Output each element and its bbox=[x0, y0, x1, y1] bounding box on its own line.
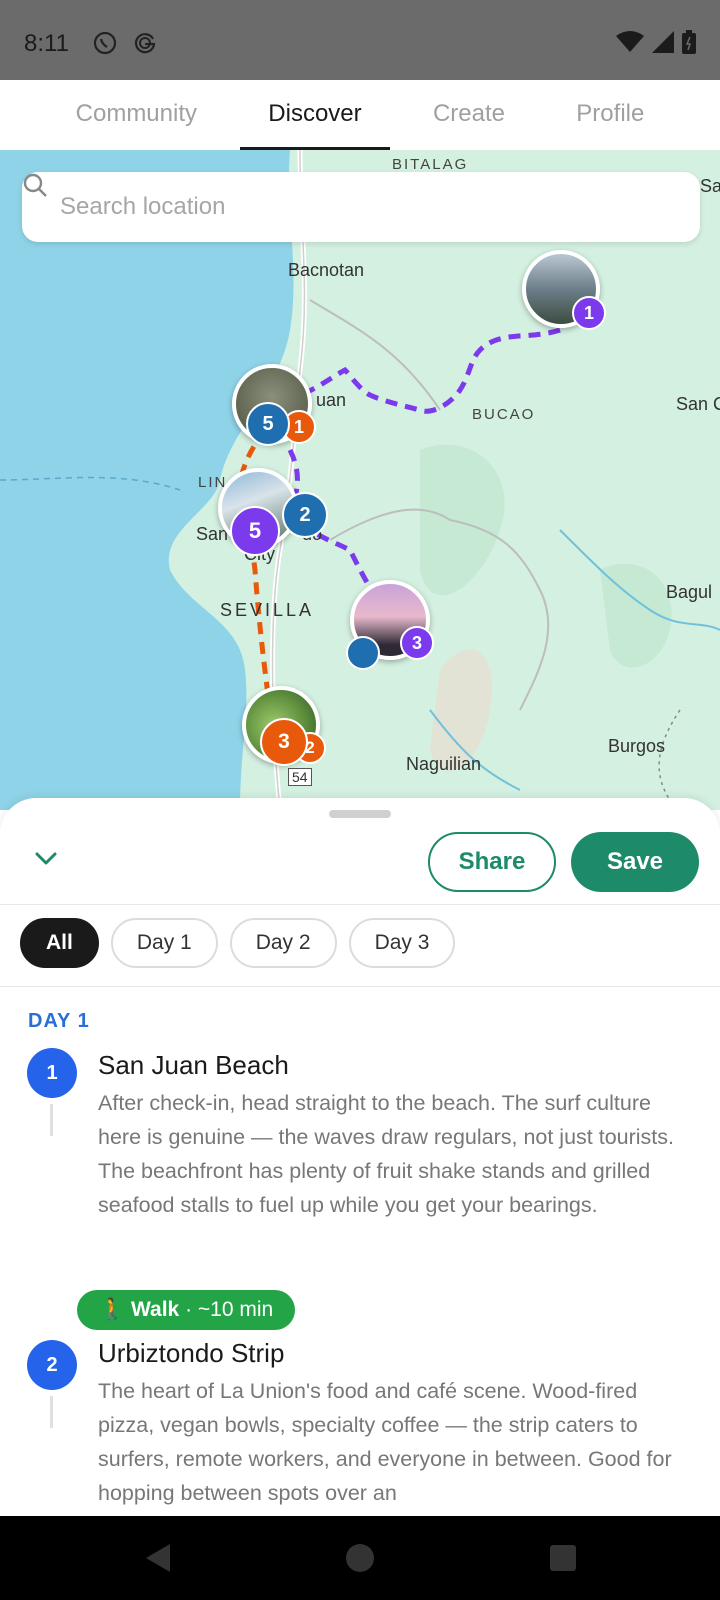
map-marker-count-badge: 1 bbox=[572, 296, 606, 330]
map-label-bitalag: BITALAG bbox=[392, 156, 469, 173]
timeline-connector bbox=[50, 1396, 53, 1428]
back-icon[interactable] bbox=[146, 1544, 170, 1572]
transit-mode: Walk bbox=[131, 1298, 180, 1321]
filter-chip-day-3[interactable]: Day 3 bbox=[348, 918, 456, 968]
tab-discover[interactable]: Discover bbox=[240, 80, 391, 150]
map-label-sa: Sa bbox=[700, 176, 720, 196]
itinerary-sheet: Share Save All Day 1 Day 2 Day 3 DAY 1 1… bbox=[0, 798, 720, 1516]
map-marker-count-badge: 5 bbox=[246, 402, 290, 446]
map-label-burgos: Burgos bbox=[608, 736, 666, 756]
wifi-icon bbox=[616, 31, 644, 58]
map-label-sevilla: SEVILLA bbox=[220, 600, 315, 620]
transit-walk-pill: 🚶 Walk · ~10 min bbox=[77, 1290, 296, 1330]
map-label-bacnotan: Bacnotan bbox=[288, 260, 365, 280]
tab-profile[interactable]: Profile bbox=[548, 80, 672, 150]
transit-duration: · ~10 min bbox=[185, 1298, 274, 1321]
search-input[interactable] bbox=[60, 193, 620, 221]
timeline-connector bbox=[50, 1104, 53, 1136]
tab-community[interactable]: Community bbox=[48, 80, 225, 150]
google-icon bbox=[132, 30, 158, 56]
map-marker-count-badge: 3 bbox=[260, 718, 308, 766]
map-marker-dot bbox=[346, 636, 380, 670]
day-heading: DAY 1 bbox=[28, 1010, 90, 1032]
map-label-juan: uan bbox=[316, 390, 347, 410]
day-filter-chips: All Day 1 Day 2 Day 3 bbox=[20, 918, 456, 968]
filter-chip-day-1[interactable]: Day 1 bbox=[110, 918, 218, 968]
status-bar: 8:11 bbox=[0, 0, 720, 80]
map-label-naguilian: Naguilian bbox=[406, 754, 482, 774]
stop-title[interactable]: San Juan Beach bbox=[98, 1050, 289, 1081]
map-marker-count-badge: 3 bbox=[400, 626, 434, 660]
chevron-down-icon bbox=[35, 852, 57, 865]
map-marker-secondary-badge: 2 bbox=[282, 492, 328, 538]
stop-number-badge: 2 bbox=[27, 1340, 77, 1390]
share-button[interactable]: Share bbox=[428, 832, 556, 892]
stop-number-badge: 1 bbox=[27, 1048, 77, 1098]
whatsapp-icon bbox=[92, 30, 118, 56]
top-tab-bar: Community Discover Create Profile bbox=[0, 80, 720, 150]
system-nav-bar bbox=[0, 1516, 720, 1600]
filter-chip-day-2[interactable]: Day 2 bbox=[229, 918, 337, 968]
walking-person-icon: 🚶 bbox=[99, 1298, 126, 1321]
filter-chip-all[interactable]: All bbox=[20, 918, 99, 968]
tab-create[interactable]: Create bbox=[405, 80, 533, 150]
divider bbox=[0, 986, 720, 987]
map-label-bucao: BUCAO bbox=[472, 406, 536, 423]
map-marker-count-badge: 5 bbox=[230, 506, 280, 556]
divider bbox=[0, 904, 720, 905]
status-time: 8:11 bbox=[24, 30, 69, 57]
collapse-sheet-button[interactable] bbox=[26, 844, 66, 884]
map-background bbox=[0, 150, 720, 810]
save-button[interactable]: Save bbox=[571, 832, 699, 892]
stop-description: The heart of La Union's food and café sc… bbox=[98, 1379, 672, 1505]
road-shield-54: 54 bbox=[288, 768, 312, 786]
search-bar[interactable] bbox=[22, 172, 700, 242]
map-label-san-c: San C bbox=[676, 394, 720, 414]
stop-title[interactable]: Urbiztondo Strip bbox=[98, 1338, 284, 1369]
signal-icon bbox=[652, 31, 674, 58]
stop-description: After check-in, head straight to the bea… bbox=[98, 1091, 675, 1217]
recent-apps-icon[interactable] bbox=[550, 1545, 576, 1571]
map-view[interactable]: BITALAG Sa Bacnotan uan BUCAO San C LIN … bbox=[0, 150, 720, 810]
home-icon[interactable] bbox=[346, 1544, 374, 1572]
battery-icon bbox=[682, 30, 696, 59]
map-label-bagul: Bagul bbox=[666, 582, 713, 602]
sheet-drag-handle[interactable] bbox=[329, 810, 391, 818]
